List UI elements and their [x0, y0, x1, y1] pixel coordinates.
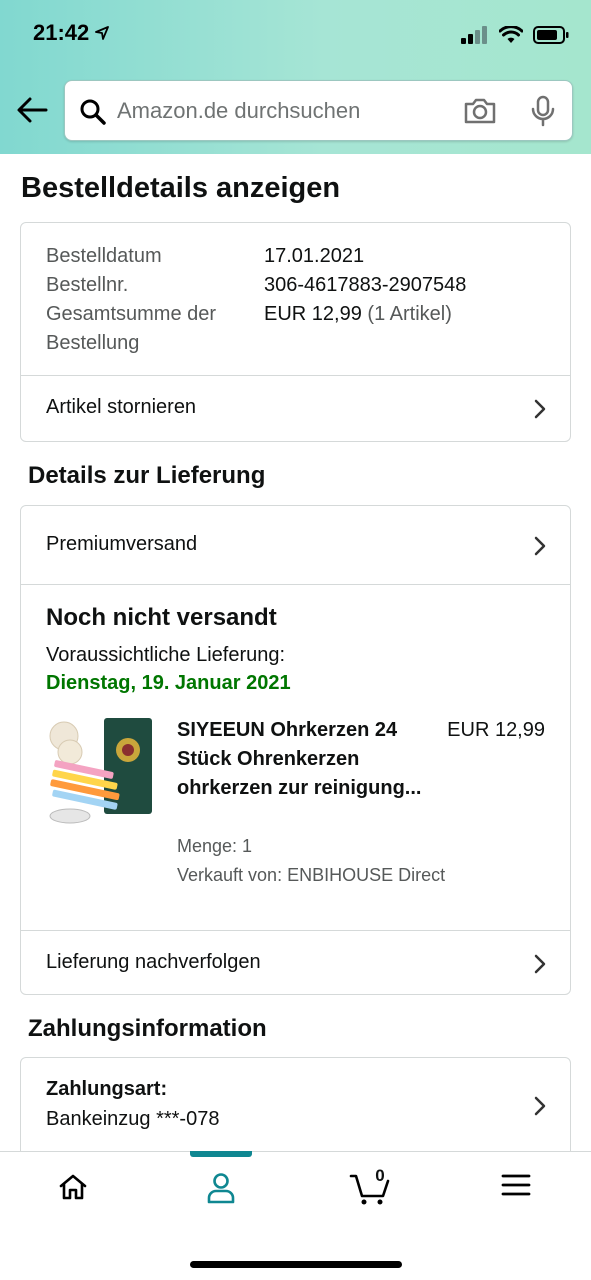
status-time: 21:42	[33, 20, 110, 46]
product-price: EUR 12,99	[447, 719, 545, 741]
battery-icon	[533, 26, 569, 44]
product-image[interactable]	[46, 716, 154, 824]
payment-method-label: Zahlungsart:	[46, 1078, 168, 1100]
menu-icon	[501, 1174, 531, 1196]
delivery-section-title: Details zur Lieferung	[28, 462, 266, 489]
location-arrow-icon	[95, 26, 110, 40]
product-title-link[interactable]: SIYEEUN Ohrkerzen 24 Stück Ohrenkerzen o…	[177, 716, 427, 803]
product-thumbnail-icon	[49, 718, 152, 824]
shipping-method-label: Premiumversand	[46, 533, 198, 555]
status-icons	[461, 26, 569, 44]
product-quantity: Menge: 1	[177, 836, 253, 856]
order-total-label-line2: Bestellung	[46, 332, 140, 354]
chevron-right-icon	[534, 536, 546, 556]
home-icon	[59, 1174, 87, 1200]
nav-home[interactable]	[43, 1172, 103, 1212]
chevron-right-icon	[534, 1096, 546, 1116]
order-total-value-wrap: EUR 12,99 (1 Artikel)	[264, 300, 452, 329]
search-input[interactable]	[117, 93, 447, 129]
order-date-label: Bestelldatum	[46, 245, 162, 267]
order-total-value: EUR 12,99	[264, 303, 362, 325]
order-number-label: Bestellnr.	[46, 274, 129, 296]
home-indicator[interactable]	[190, 1261, 402, 1268]
track-package-label: Lieferung nachverfolgen	[46, 951, 261, 973]
nav-cart[interactable]: 0	[340, 1166, 400, 1212]
clock-text: 21:42	[33, 20, 90, 45]
back-button[interactable]	[14, 92, 50, 128]
top-bar: 21:42	[0, 0, 591, 154]
signal-icon	[461, 26, 487, 44]
track-package-row[interactable]: Lieferung nachverfolgen	[21, 930, 570, 994]
search-icon	[80, 99, 106, 125]
microphone-icon[interactable]	[529, 95, 557, 127]
cancel-items-row[interactable]: Artikel stornieren	[21, 375, 570, 441]
chevron-right-icon	[534, 954, 546, 974]
delivery-card: Premiumversand Noch nicht versandt Vorau…	[20, 505, 571, 995]
nav-account[interactable]	[191, 1172, 251, 1212]
cancel-items-label: Artikel stornieren	[46, 396, 197, 418]
order-number-value: 306-4617883-2907548	[264, 274, 467, 296]
expected-delivery-label: Voraussichtliche Lieferung:	[46, 644, 286, 666]
cart-count: 0	[375, 1166, 385, 1185]
payment-section-title: Zahlungsinformation	[28, 1015, 267, 1042]
camera-icon[interactable]	[463, 97, 497, 125]
shipment-status-title: Noch nicht versandt	[46, 604, 277, 631]
shipping-method-row[interactable]: Premiumversand	[21, 506, 570, 584]
page-title: Bestelldetails anzeigen	[21, 172, 341, 204]
active-tab-indicator	[190, 1151, 252, 1157]
order-item-count: (1 Artikel)	[367, 303, 452, 325]
chevron-right-icon	[534, 399, 546, 419]
wifi-icon	[499, 26, 523, 43]
order-total-label-line1: Gesamtsumme der	[46, 303, 217, 325]
divider	[21, 584, 570, 585]
arrow-left-icon	[17, 97, 48, 123]
payment-method-value: Bankeinzug ***-078	[46, 1108, 220, 1130]
account-icon	[207, 1173, 235, 1204]
search-bar[interactable]	[64, 80, 573, 141]
order-date-value: 17.01.2021	[264, 245, 365, 267]
order-summary-card: Bestelldatum 17.01.2021 Bestellnr. 306-4…	[20, 222, 571, 442]
expected-delivery-date: Dienstag, 19. Januar 2021	[46, 672, 291, 694]
product-seller: Verkauft von: ENBIHOUSE Direct	[177, 865, 446, 885]
nav-menu[interactable]	[486, 1172, 546, 1212]
